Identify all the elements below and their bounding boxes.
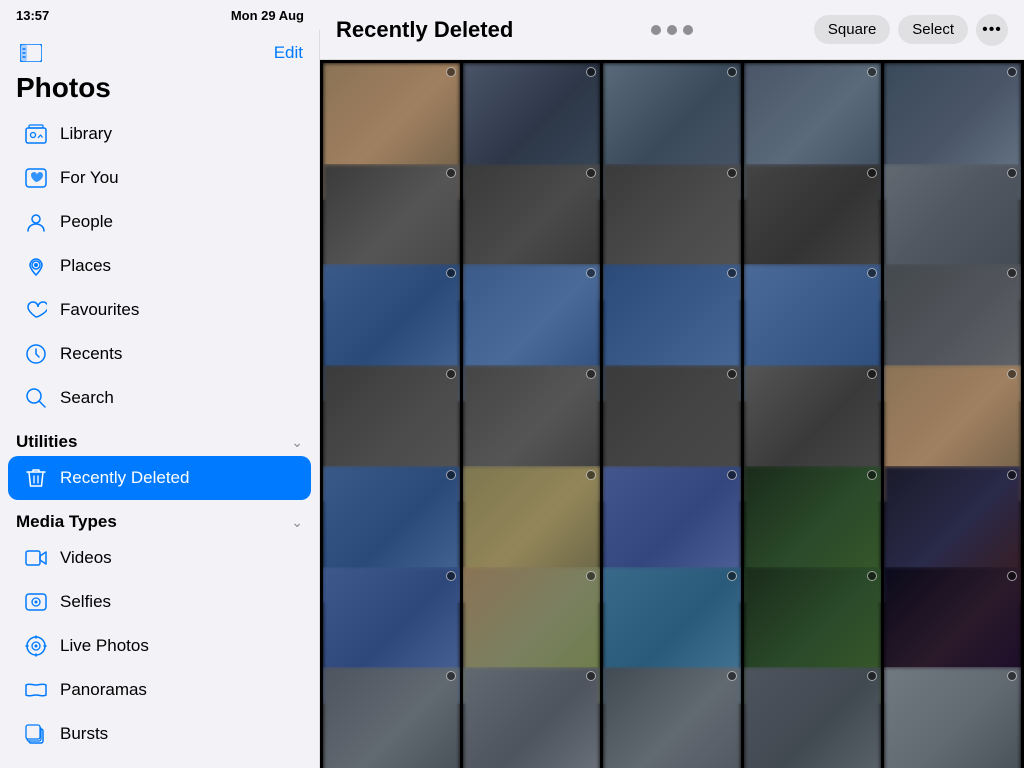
status-date: Mon 29 Aug [231, 8, 304, 23]
sidebar-item-people-label: People [60, 212, 113, 232]
photo-cell[interactable] [744, 667, 881, 768]
sidebar-item-recently-deleted-label: Recently Deleted [60, 468, 189, 488]
photo-cell[interactable] [884, 667, 1021, 768]
photo-cell[interactable] [603, 667, 740, 768]
selfies-icon [24, 590, 48, 614]
window-dot-2 [667, 25, 677, 35]
sidebar-item-live-photos-label: Live Photos [60, 636, 149, 656]
select-button[interactable]: Select [898, 15, 968, 44]
media-types-chevron-icon: ⌄ [291, 514, 303, 531]
sidebar-item-places[interactable]: Places [8, 244, 311, 288]
status-time: 13:57 [16, 8, 49, 23]
window-controls [651, 25, 693, 35]
status-bar: 13:57 Mon 29 Aug [0, 0, 320, 30]
sidebar-nav: Library For You People [0, 112, 319, 420]
live-photos-icon [24, 634, 48, 658]
window-dot-3 [683, 25, 693, 35]
photo-grid [320, 60, 1024, 768]
sidebar-item-favourites[interactable]: Favourites [8, 288, 311, 332]
photo-cell[interactable] [463, 667, 600, 768]
sidebar-item-library[interactable]: Library [8, 112, 311, 156]
sidebar-item-selfies[interactable]: Selfies [8, 580, 311, 624]
utilities-chevron-icon: ⌄ [291, 434, 303, 451]
top-bar: Recently Deleted Square Select ••• [320, 0, 1024, 60]
sidebar-header: Edit [0, 30, 319, 72]
favourites-icon [24, 298, 48, 322]
sidebar-item-bursts-label: Bursts [60, 724, 108, 744]
video-icon [24, 546, 48, 570]
for-you-icon [24, 166, 48, 190]
main-content: Recently Deleted Square Select ••• [320, 0, 1024, 768]
recents-icon [24, 342, 48, 366]
top-bar-right: Square Select ••• [814, 14, 1008, 46]
sidebar-item-selfies-label: Selfies [60, 592, 111, 612]
page-title: Recently Deleted [336, 17, 513, 43]
sidebar-item-for-you-label: For You [60, 168, 119, 188]
search-icon [24, 386, 48, 410]
sidebar-item-bursts[interactable]: Bursts [8, 712, 311, 756]
sidebar-item-search[interactable]: Search [8, 376, 311, 420]
sidebar-item-recently-deleted[interactable]: Recently Deleted [8, 456, 311, 500]
sidebar-item-videos-label: Videos [60, 548, 112, 568]
places-icon [24, 254, 48, 278]
sidebar-item-videos[interactable]: Videos [8, 536, 311, 580]
sidebar-title: Photos [0, 72, 319, 112]
library-icon [24, 122, 48, 146]
window-dot-1 [651, 25, 661, 35]
sidebar-toggle-icon[interactable] [16, 38, 46, 68]
more-button[interactable]: ••• [976, 14, 1008, 46]
people-icon [24, 210, 48, 234]
media-types-title: Media Types [16, 512, 117, 532]
media-types-section-header[interactable]: Media Types ⌄ [0, 500, 319, 536]
photo-cell[interactable] [323, 667, 460, 768]
sidebar-item-people[interactable]: People [8, 200, 311, 244]
panoramas-icon [24, 678, 48, 702]
square-button[interactable]: Square [814, 15, 890, 44]
sidebar-item-recents-label: Recents [60, 344, 122, 364]
sidebar-item-screenshots[interactable]: Screenshots [8, 756, 311, 768]
bursts-icon [24, 722, 48, 746]
sidebar-item-library-label: Library [60, 124, 112, 144]
sidebar-item-panoramas[interactable]: Panoramas [8, 668, 311, 712]
sidebar-item-recents[interactable]: Recents [8, 332, 311, 376]
sidebar-item-favourites-label: Favourites [60, 300, 139, 320]
utilities-title: Utilities [16, 432, 77, 452]
sidebar-item-places-label: Places [60, 256, 111, 276]
sidebar-item-for-you[interactable]: For You [8, 156, 311, 200]
trash-icon [24, 466, 48, 490]
sidebar-item-panoramas-label: Panoramas [60, 680, 147, 700]
sidebar: 13:57 Mon 29 Aug Edit Photos [0, 0, 320, 768]
more-icon: ••• [982, 21, 1002, 39]
utilities-section-header[interactable]: Utilities ⌄ [0, 420, 319, 456]
sidebar-item-live-photos[interactable]: Live Photos [8, 624, 311, 668]
edit-button[interactable]: Edit [274, 43, 303, 63]
sidebar-item-search-label: Search [60, 388, 114, 408]
